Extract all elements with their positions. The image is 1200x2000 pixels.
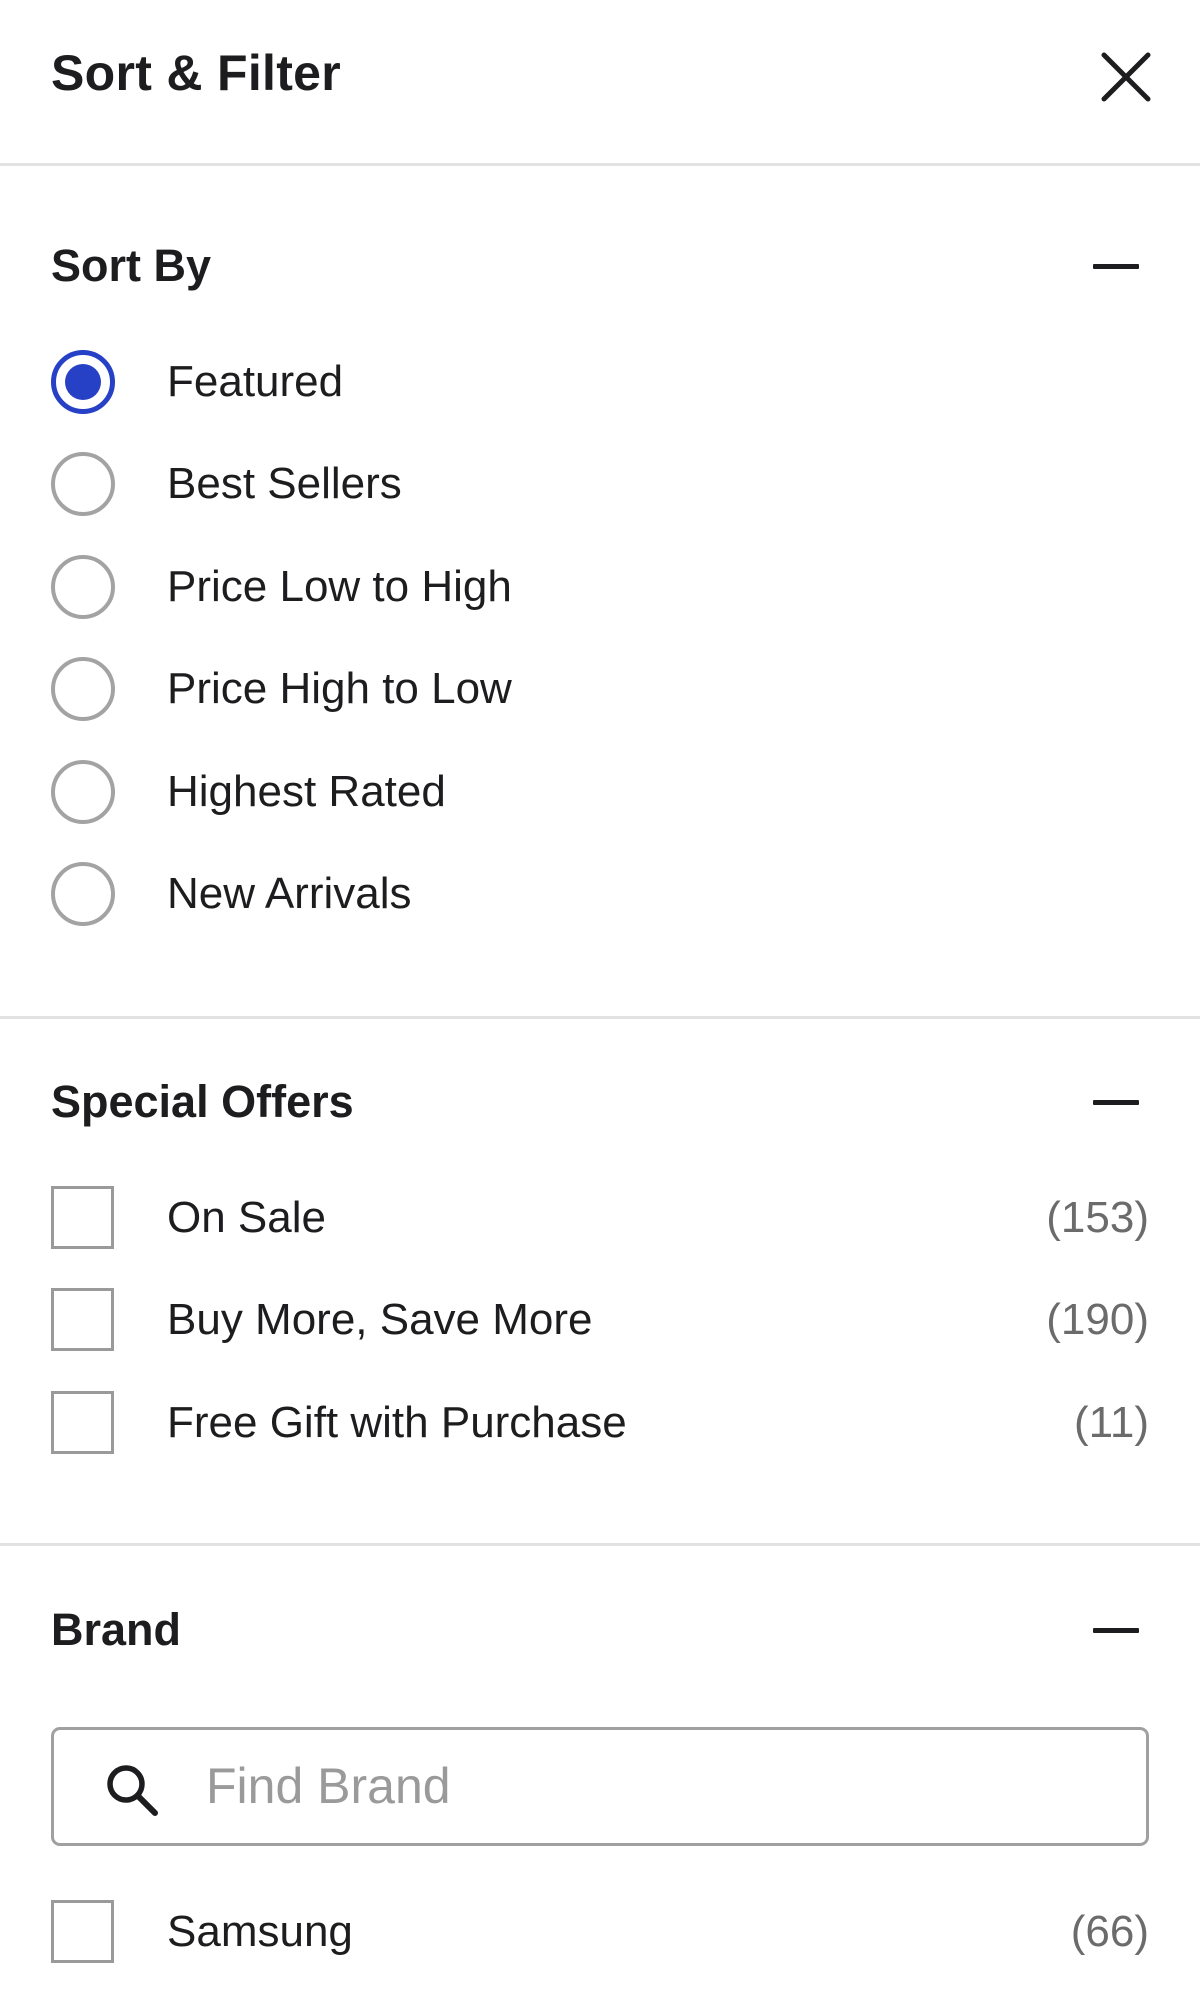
sort-option-label: Featured (167, 357, 344, 406)
sort-option-label: New Arrivals (167, 869, 412, 918)
offer-option-label: Buy More, Save More (167, 1295, 593, 1344)
minus-icon (1093, 1100, 1139, 1105)
radio-button[interactable] (51, 555, 115, 619)
checkbox[interactable] (51, 1900, 114, 1963)
sort-by-collapse-button[interactable] (1093, 247, 1139, 287)
sort-option-featured[interactable]: Featured (51, 347, 1149, 417)
radio-button[interactable] (51, 862, 115, 926)
brand-option-count: (66) (1070, 1907, 1149, 1956)
checkbox[interactable] (51, 1288, 114, 1351)
close-icon (1101, 52, 1151, 102)
offer-option-on-sale[interactable]: On Sale (153) (51, 1183, 1149, 1253)
brand-title: Brand (51, 1604, 182, 1655)
brand-search-box[interactable] (51, 1727, 1149, 1846)
brand-option-samsung[interactable]: Samsung (66) (51, 1897, 1149, 1967)
radio-button[interactable] (51, 657, 115, 721)
offer-option-buy-more-save-more[interactable]: Buy More, Save More (190) (51, 1285, 1149, 1355)
radio-button[interactable] (51, 452, 115, 516)
section-divider (0, 1016, 1200, 1019)
sort-filter-panel: Sort & Filter Sort By Featured Best Sell… (0, 0, 1200, 2000)
sort-option-label: Price High to Low (167, 664, 512, 713)
offer-option-label: Free Gift with Purchase (167, 1398, 627, 1447)
minus-icon (1093, 1628, 1139, 1633)
panel-header: Sort & Filter (0, 0, 1200, 166)
checkbox[interactable] (51, 1391, 114, 1454)
sort-option-highest-rated[interactable]: Highest Rated (51, 757, 1149, 827)
radio-button[interactable] (51, 760, 115, 824)
sort-option-price-low-high[interactable]: Price Low to High (51, 552, 1149, 622)
sort-option-best-sellers[interactable]: Best Sellers (51, 449, 1149, 519)
sort-option-label: Price Low to High (167, 562, 512, 611)
special-offers-title: Special Offers (51, 1076, 354, 1127)
brand-search-input[interactable] (206, 1748, 1106, 1824)
offer-option-count: (11) (1074, 1398, 1149, 1447)
sort-option-label: Best Sellers (167, 459, 402, 508)
brand-collapse-button[interactable] (1093, 1611, 1139, 1651)
panel-title: Sort & Filter (51, 45, 342, 101)
offer-option-count: (190) (1046, 1295, 1149, 1344)
sort-option-new-arrivals[interactable]: New Arrivals (51, 859, 1149, 929)
sort-by-title: Sort By (51, 240, 212, 291)
search-icon (107, 1765, 158, 1816)
offer-option-free-gift[interactable]: Free Gift with Purchase (11) (51, 1388, 1149, 1458)
sort-option-price-high-low[interactable]: Price High to Low (51, 654, 1149, 724)
close-button[interactable] (1098, 49, 1154, 105)
checkbox[interactable] (51, 1186, 114, 1249)
offer-option-count: (153) (1046, 1193, 1149, 1242)
brand-option-label: Samsung (167, 1907, 353, 1956)
special-offers-collapse-button[interactable] (1093, 1083, 1139, 1123)
minus-icon (1093, 264, 1139, 269)
radio-selected-dot (65, 364, 101, 400)
radio-button[interactable] (51, 350, 115, 414)
sort-option-label: Highest Rated (167, 767, 446, 816)
offer-option-label: On Sale (167, 1193, 326, 1242)
section-divider (0, 1543, 1200, 1546)
